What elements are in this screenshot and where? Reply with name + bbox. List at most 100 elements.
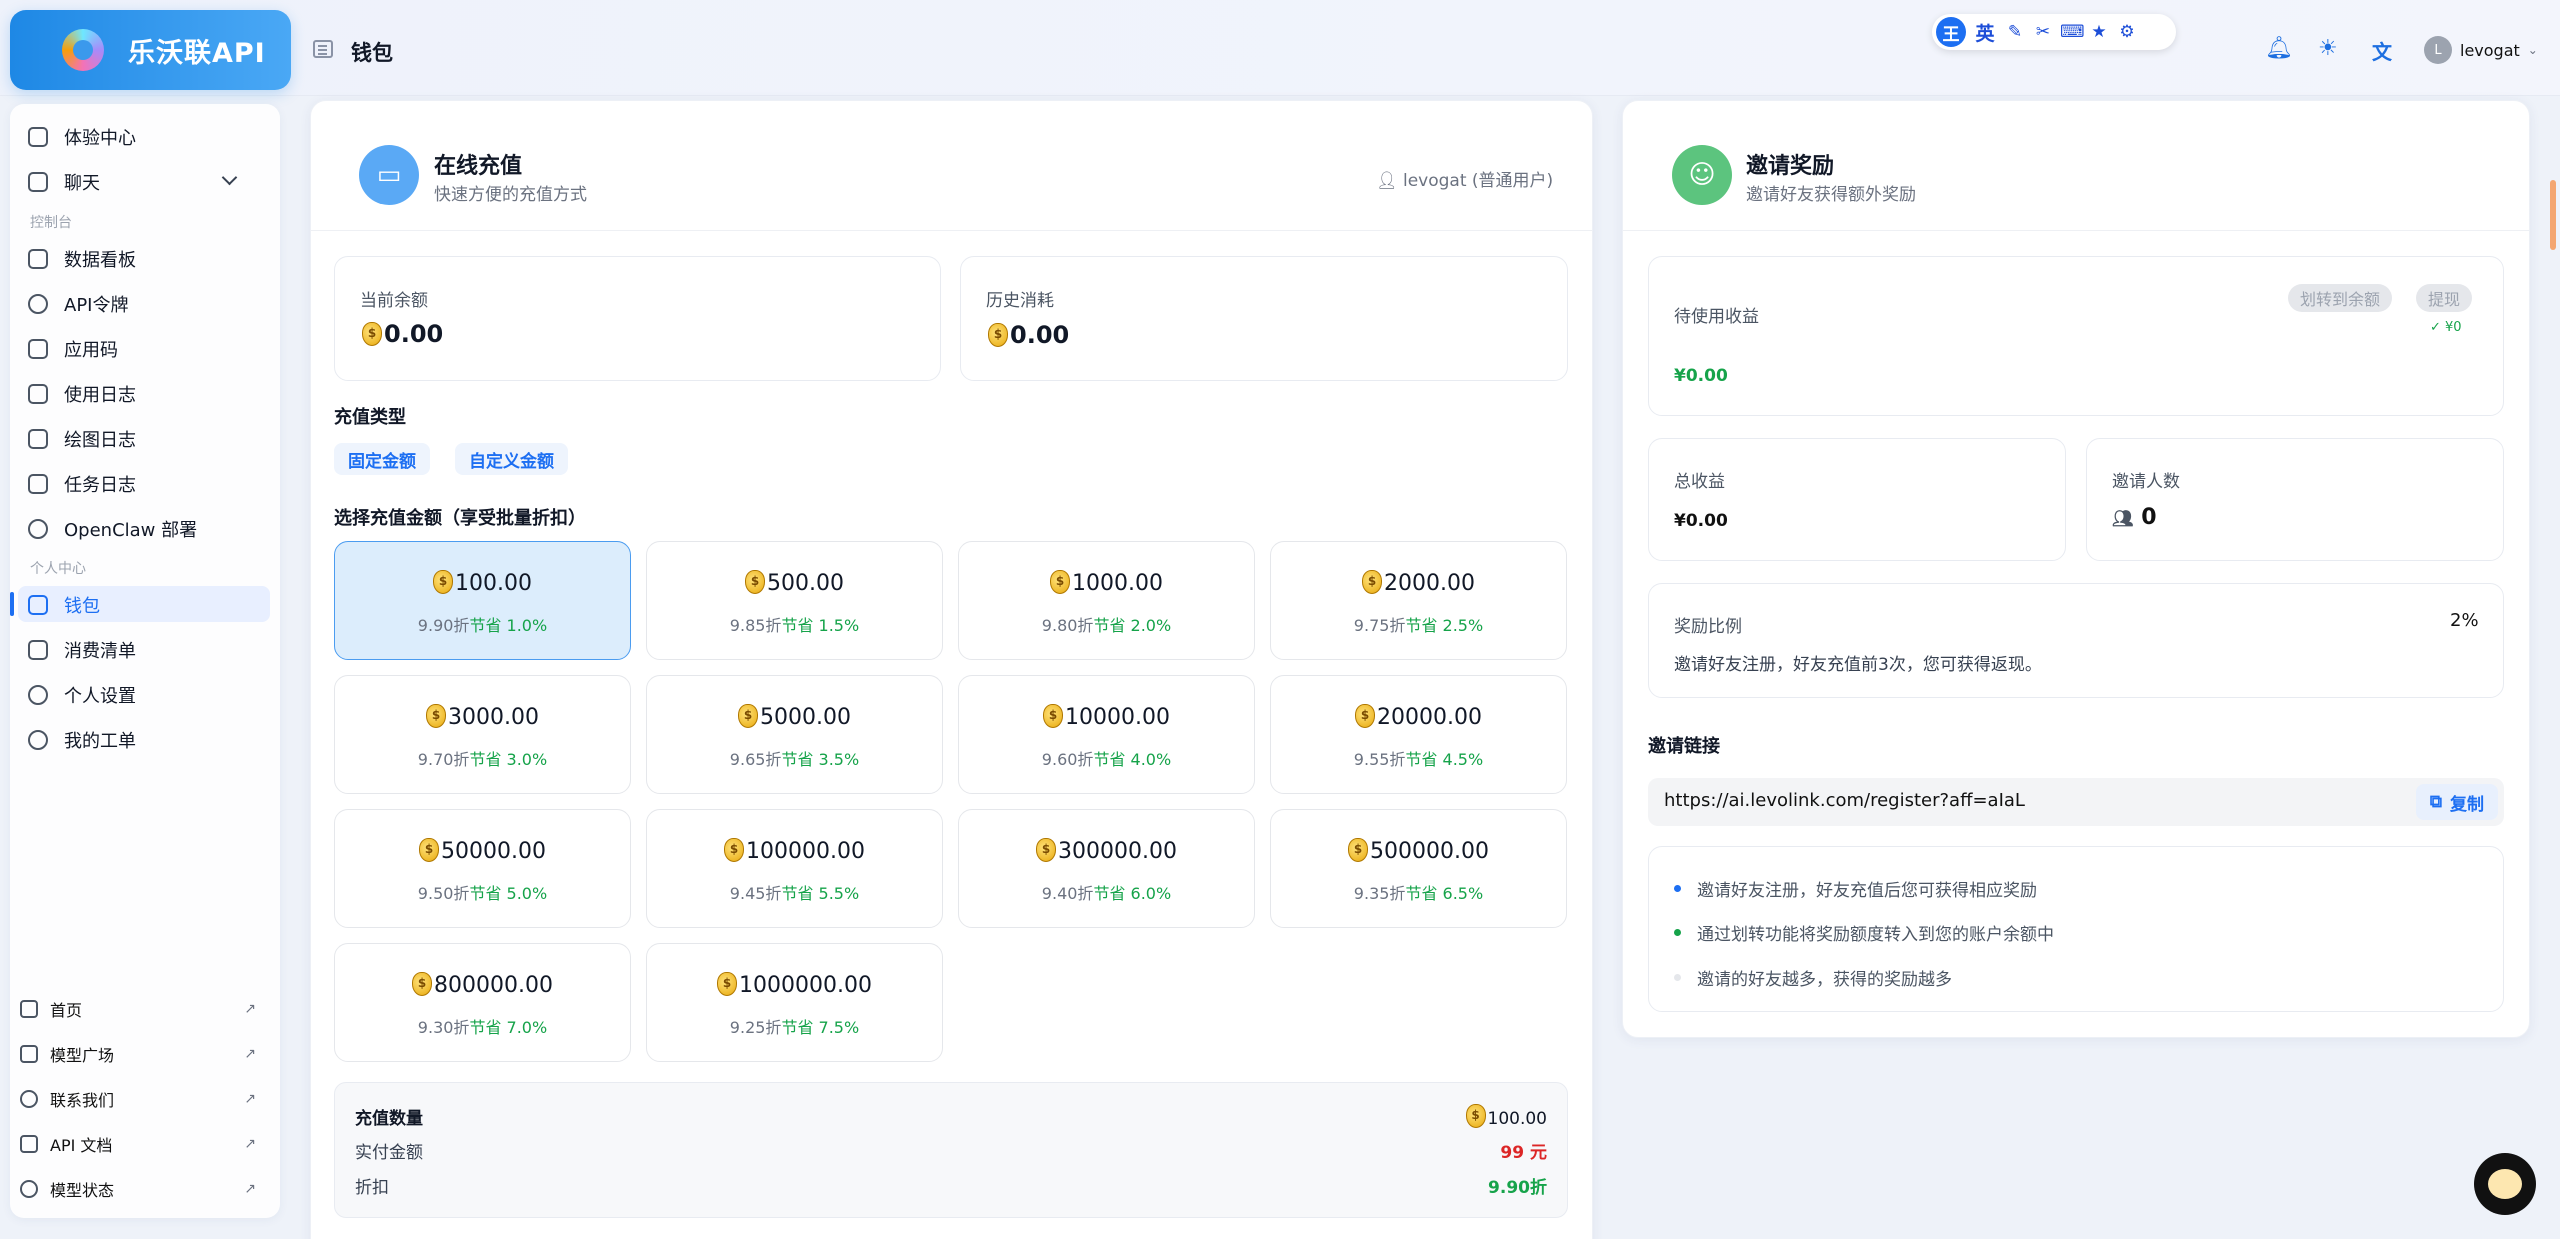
sidebar-item-billing[interactable]: 消费清单 <box>28 633 136 667</box>
amount-option-amount: 20000.00 <box>1377 705 1482 730</box>
type-fixed-button[interactable]: 固定金额 <box>334 443 430 475</box>
sidebar-item-app-code[interactable]: 应用码 <box>28 332 118 366</box>
sidebar-link-home[interactable]: 首页 ↗ <box>20 992 260 1026</box>
sidebar-item-wallet[interactable]: 钱包 <box>28 588 100 622</box>
amount-option[interactable]: 1000000.00 9.25折节省 7.5% <box>646 943 943 1062</box>
sidebar-item-label: 使用日志 <box>64 385 136 406</box>
amount-option-rate: 9.35折 <box>1353 884 1406 903</box>
sidebar-item-openclaw[interactable]: OpenClaw 部署 <box>28 512 197 546</box>
amount-option[interactable]: 3000.00 9.70折节省 3.0% <box>334 675 631 794</box>
amount-option[interactable]: 5000.00 9.65折节省 3.5% <box>646 675 943 794</box>
bullet-dot <box>1674 885 1681 892</box>
copy-link-button[interactable]: ⧉ 复制 <box>2415 784 2498 820</box>
translate-icon[interactable]: 文 <box>2372 36 2392 65</box>
amount-option-value: 100000.00 <box>647 838 942 864</box>
amount-option[interactable]: 100000.00 9.45折节省 5.5% <box>646 809 943 928</box>
sidebar-link-model-status[interactable]: 模型状态 ↗ <box>20 1172 260 1206</box>
amount-option-rate: 9.80折 <box>1041 616 1094 635</box>
openclaw-icon <box>28 519 48 539</box>
amount-option[interactable]: 500000.00 9.35折节省 6.5% <box>1270 809 1567 928</box>
withdraw-button[interactable]: 提现 <box>2416 284 2473 312</box>
users-icon: ☺ <box>1672 145 1732 205</box>
amount-option-rate: 9.25折 <box>729 1018 782 1037</box>
sidebar-item-task-log[interactable]: 任务日志 <box>28 467 136 501</box>
summary-discount-row: 折扣 9.90折 <box>355 1170 1547 1200</box>
top-bar: 乐沃联API 钱包 王 英 ✎ ✂ ⌨ ★ ⚙ 🔔︎ ☀︎ 文 L levoga… <box>0 0 2560 96</box>
invite-count-number: 0 <box>2141 505 2157 530</box>
coin-icon <box>745 570 765 594</box>
summary-qty-label: 充值数量 <box>355 1108 423 1129</box>
amount-option[interactable]: 100.00 9.90折节省 1.0% <box>334 541 631 660</box>
amount-option[interactable]: 10000.00 9.60折节省 4.0% <box>958 675 1255 794</box>
amount-option[interactable]: 1000.00 9.80折节省 2.0% <box>958 541 1255 660</box>
amount-option-amount: 2000.00 <box>1384 571 1475 596</box>
extension-scissors-icon[interactable]: ✂ <box>2032 22 2054 42</box>
sidebar-link-contact[interactable]: 联系我们 ↗ <box>20 1082 260 1116</box>
invite-link-field[interactable]: https://ai.levolink.com/register?aff=aIa… <box>1648 778 2504 826</box>
sidebar-item-usage-log[interactable]: 使用日志 <box>28 377 136 411</box>
reward-ratio-value: 2% <box>2450 610 2479 631</box>
sidebar-item-chat[interactable]: 聊天 <box>28 165 100 199</box>
amount-option[interactable]: 2000.00 9.75折节省 2.5% <box>1270 541 1567 660</box>
sidebar-link-label: API 文档 <box>50 1136 113 1155</box>
balance-value: 0.00 <box>362 320 443 348</box>
invite-link-value[interactable]: https://ai.levolink.com/register?aff=aIa… <box>1664 790 2025 811</box>
support-chat-button[interactable] <box>2474 1153 2536 1215</box>
amount-option[interactable]: 500.00 9.85折节省 1.5% <box>646 541 943 660</box>
extension-keyboard-icon[interactable]: ⌨ <box>2060 22 2085 42</box>
amount-option-rate: 9.60折 <box>1041 750 1094 769</box>
user-menu[interactable]: L levogat ⌄ <box>2424 34 2538 66</box>
qrcode-icon <box>28 339 48 359</box>
amount-option-discount: 9.45折节省 5.5% <box>647 880 942 904</box>
transfer-to-balance-button[interactable]: 划转到余额 <box>2288 284 2393 312</box>
amount-option[interactable]: 300000.00 9.40折节省 6.0% <box>958 809 1255 928</box>
extension-gear-icon[interactable]: ⚙ <box>2116 22 2138 42</box>
amount-option-value: 50000.00 <box>335 838 630 864</box>
extension-badge[interactable]: 王 <box>1936 17 1966 47</box>
amount-option-value: 10000.00 <box>959 704 1254 730</box>
scrollbar-thumb[interactable] <box>2550 180 2556 250</box>
current-user-label: levogat (普通用户) <box>1403 171 1554 191</box>
sidebar-item-label: 数据看板 <box>64 250 136 271</box>
sidebar-item-label: 体验中心 <box>64 128 136 149</box>
amount-option[interactable]: 50000.00 9.50折节省 5.0% <box>334 809 631 928</box>
coin-icon <box>1355 704 1375 728</box>
translator-extension-bar[interactable]: 王 英 ✎ ✂ ⌨ ★ ⚙ <box>1932 14 2176 50</box>
amount-option-value: 500.00 <box>647 570 942 596</box>
total-earnings-box <box>1648 438 2066 561</box>
history-amount: 0.00 <box>1010 321 1070 349</box>
sidebar-item-settings[interactable]: 个人设置 <box>28 678 136 712</box>
amount-option-amount: 300000.00 <box>1058 839 1177 864</box>
sidebar-item-playground[interactable]: 体验中心 <box>28 120 136 154</box>
sun-icon[interactable]: ☀︎ <box>2318 36 2338 61</box>
sidebar-active-indicator <box>10 592 14 616</box>
sidebar-item-dashboard[interactable]: 数据看板 <box>28 242 136 276</box>
amount-option-rate: 9.75折 <box>1353 616 1406 635</box>
sidebar-item-api-tokens[interactable]: API令牌 <box>28 287 128 321</box>
reward-ratio-label: 奖励比例 <box>1674 617 1742 637</box>
extension-pen-icon[interactable]: ✎ <box>2004 22 2026 42</box>
amount-option-saving: 节省 7.0% <box>469 1018 548 1037</box>
amount-option-discount: 9.75折节省 2.5% <box>1271 612 1566 636</box>
sidebar-link-api-docs[interactable]: API 文档 ↗ <box>20 1127 260 1161</box>
invite-subtitle: 邀请好友获得额外奖励 <box>1746 185 1916 205</box>
pending-label: 待使用收益 <box>1674 307 1759 327</box>
sidebar-item-drawing-log[interactable]: 绘图日志 <box>28 422 136 456</box>
brand-logo[interactable]: 乐沃联API <box>10 10 291 90</box>
coin-icon <box>1348 838 1368 862</box>
sidebar-link-models[interactable]: 模型广场 ↗ <box>20 1037 260 1071</box>
extension-lang-button[interactable]: 英 <box>1972 19 1998 46</box>
extension-star-icon[interactable]: ★ <box>2088 22 2110 42</box>
card-divider <box>311 230 1592 231</box>
type-custom-button[interactable]: 自定义金额 <box>455 443 568 475</box>
bell-icon[interactable]: 🔔︎ <box>2265 36 2293 61</box>
amount-option-amount: 1000.00 <box>1072 571 1163 596</box>
amount-option[interactable]: 20000.00 9.55折节省 4.5% <box>1270 675 1567 794</box>
sidebar-item-tickets[interactable]: 我的工单 <box>28 723 136 757</box>
balance-amount: 0.00 <box>384 320 444 348</box>
amount-option[interactable]: 800000.00 9.30折节省 7.0% <box>334 943 631 1062</box>
amount-option-amount: 100.00 <box>455 571 532 596</box>
user-icon: 👤︎ <box>1376 171 1398 191</box>
sidebar-toggle-icon[interactable] <box>313 40 333 58</box>
sidebar-item-label: API令牌 <box>64 295 129 316</box>
